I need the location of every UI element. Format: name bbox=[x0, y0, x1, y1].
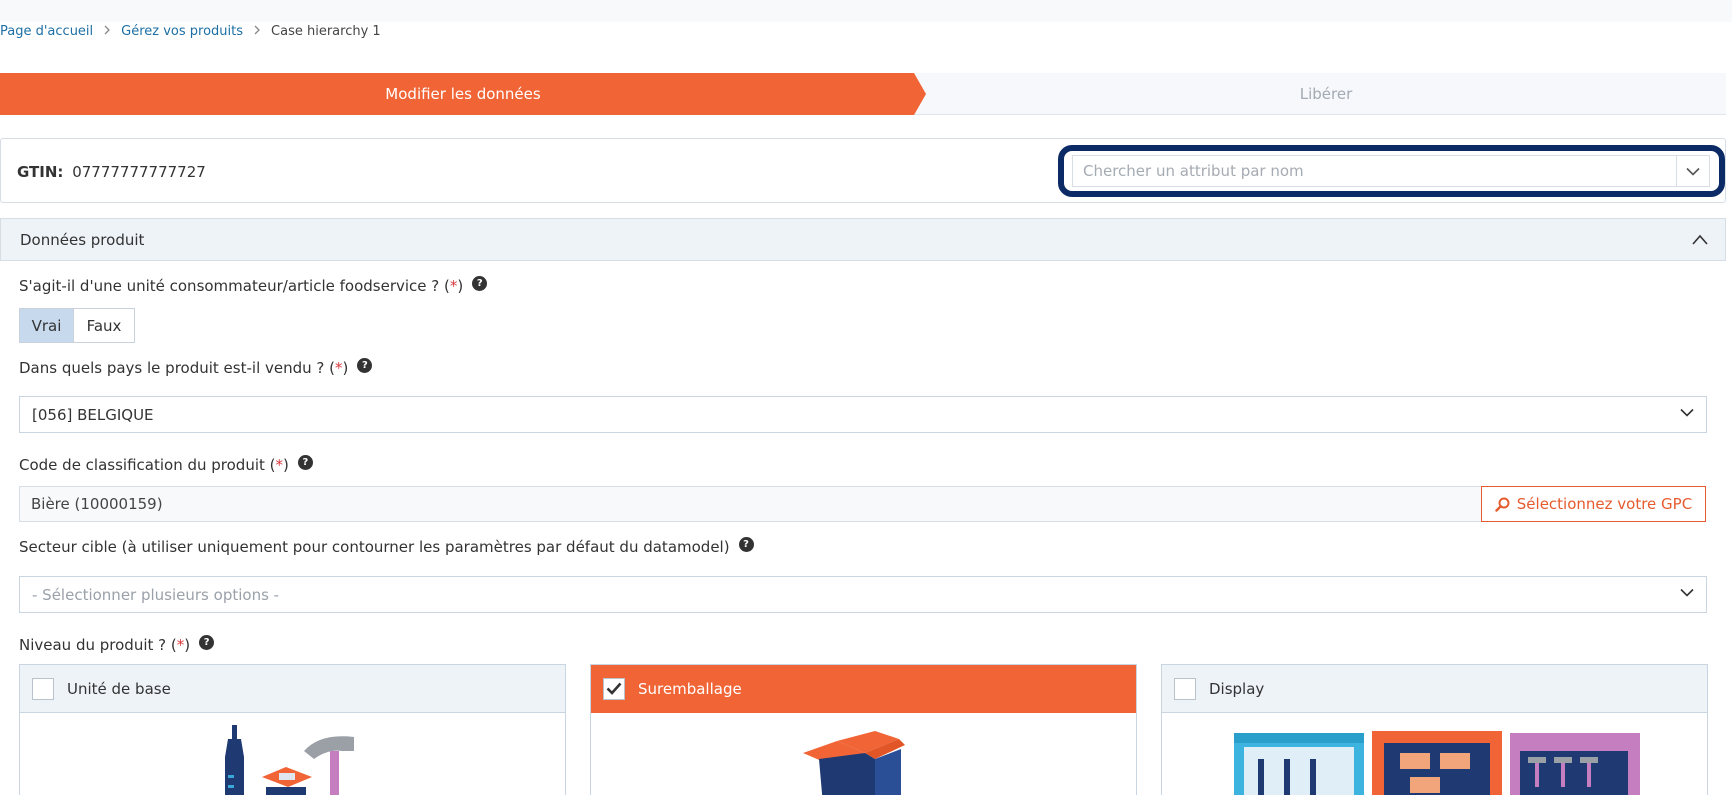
breadcrumb: Page d'accueil Gérez vos produits Case h… bbox=[0, 22, 381, 40]
top-strip bbox=[0, 0, 1732, 22]
product-data-panel-header[interactable]: Données produit bbox=[0, 218, 1726, 261]
attribute-search-input[interactable] bbox=[1072, 155, 1692, 187]
gpc-value: Bière (10000159) bbox=[31, 495, 163, 513]
countries-label: Dans quels pays le produit est-il vendu … bbox=[19, 359, 335, 377]
step-edit-data[interactable]: Modifier les données bbox=[0, 73, 926, 115]
level-option-display[interactable]: Display bbox=[1161, 664, 1708, 795]
sector-label: Secteur cible (à utiliser uniquement pou… bbox=[19, 538, 730, 556]
countries-question: Dans quels pays le produit est-il vendu … bbox=[19, 357, 373, 377]
level-option-header[interactable]: Unité de base bbox=[20, 665, 565, 713]
required-marker: * bbox=[449, 277, 458, 295]
consumer-unit-label: S'agit-il d'une unité consommateur/artic… bbox=[19, 277, 450, 295]
chevron-right-icon bbox=[253, 24, 261, 39]
breadcrumb-current: Case hierarchy 1 bbox=[271, 23, 381, 39]
level-option-case[interactable]: Suremballage bbox=[590, 664, 1137, 795]
classification-question: Code de classification du produit (*) ? bbox=[19, 454, 313, 474]
level-question: Niveau du produit ? (*) ? bbox=[19, 634, 215, 654]
level-label: Niveau du produit ? ( bbox=[19, 636, 177, 654]
attribute-search-dropdown-button[interactable] bbox=[1676, 155, 1710, 187]
sector-placeholder: - Sélectionner plusieurs options - bbox=[32, 585, 280, 604]
attribute-search-focus-ring bbox=[1058, 145, 1725, 197]
toggle-true[interactable]: Vrai bbox=[20, 309, 74, 342]
required-marker: * bbox=[275, 456, 284, 474]
panel-title: Données produit bbox=[20, 230, 145, 249]
chevron-right-icon bbox=[103, 24, 111, 39]
level-option-label: Display bbox=[1209, 679, 1265, 698]
gtin-display: GTIN: 07777777777727 bbox=[17, 163, 206, 181]
workflow-stepper: Modifier les données Libérer bbox=[0, 73, 1726, 115]
gpc-value-field: Bière (10000159) bbox=[19, 486, 1482, 522]
countries-value: [056] BELGIQUE bbox=[32, 405, 154, 424]
level-option-base-unit[interactable]: Unité de base bbox=[19, 664, 566, 795]
chevron-down-icon bbox=[1686, 167, 1700, 176]
countries-select[interactable]: [056] BELGIQUE bbox=[19, 396, 1707, 433]
chevron-down-icon bbox=[1680, 408, 1694, 417]
step-release[interactable]: Libérer bbox=[926, 73, 1726, 115]
label-close: ) bbox=[184, 636, 191, 654]
gtin-label: GTIN: bbox=[17, 163, 64, 181]
help-icon[interactable]: ? bbox=[472, 275, 488, 291]
gtin-value: 07777777777727 bbox=[72, 163, 206, 181]
label-close: ) bbox=[283, 456, 289, 474]
select-gpc-label: Sélectionnez votre GPC bbox=[1516, 495, 1693, 513]
checkbox[interactable] bbox=[1174, 677, 1196, 700]
level-option-header[interactable]: Suremballage bbox=[591, 665, 1136, 713]
step-release-label: Libérer bbox=[1299, 85, 1353, 103]
level-option-label: Unité de base bbox=[67, 679, 171, 698]
breadcrumb-products[interactable]: Gérez vos produits bbox=[121, 24, 243, 39]
consumer-unit-question: S'agit-il d'une unité consommateur/artic… bbox=[19, 275, 488, 295]
step-edit-data-label: Modifier les données bbox=[385, 85, 541, 103]
gtin-bar: GTIN: 07777777777727 bbox=[0, 138, 1726, 203]
level-option-header[interactable]: Display bbox=[1162, 665, 1707, 713]
help-icon[interactable]: ? bbox=[738, 536, 754, 552]
label-close: ) bbox=[342, 359, 349, 377]
help-icon[interactable]: ? bbox=[297, 454, 313, 470]
display-illustration bbox=[1162, 713, 1707, 795]
chevron-down-icon bbox=[1680, 588, 1694, 597]
chevron-up-icon[interactable] bbox=[1691, 232, 1709, 248]
required-marker: * bbox=[335, 359, 343, 377]
sector-question: Secteur cible (à utiliser uniquement pou… bbox=[19, 536, 754, 556]
base-unit-illustration bbox=[20, 713, 565, 795]
checkmark-icon bbox=[606, 682, 622, 695]
help-icon[interactable]: ? bbox=[357, 357, 373, 373]
sector-multiselect[interactable]: - Sélectionner plusieurs options - bbox=[19, 576, 1707, 613]
toggle-false[interactable]: Faux bbox=[74, 309, 134, 342]
help-icon[interactable]: ? bbox=[199, 634, 215, 650]
breadcrumb-home[interactable]: Page d'accueil bbox=[0, 24, 93, 39]
level-option-label: Suremballage bbox=[638, 679, 742, 698]
search-icon bbox=[1495, 497, 1510, 512]
checkbox[interactable] bbox=[32, 677, 54, 700]
classification-label: Code de classification du produit ( bbox=[19, 456, 276, 474]
case-illustration bbox=[591, 713, 1136, 795]
checkbox-checked[interactable] bbox=[603, 677, 625, 700]
consumer-unit-toggle: Vrai Faux bbox=[19, 308, 135, 343]
select-gpc-button[interactable]: Sélectionnez votre GPC bbox=[1481, 486, 1706, 522]
required-marker: * bbox=[176, 636, 185, 654]
label-close: ) bbox=[457, 277, 464, 295]
